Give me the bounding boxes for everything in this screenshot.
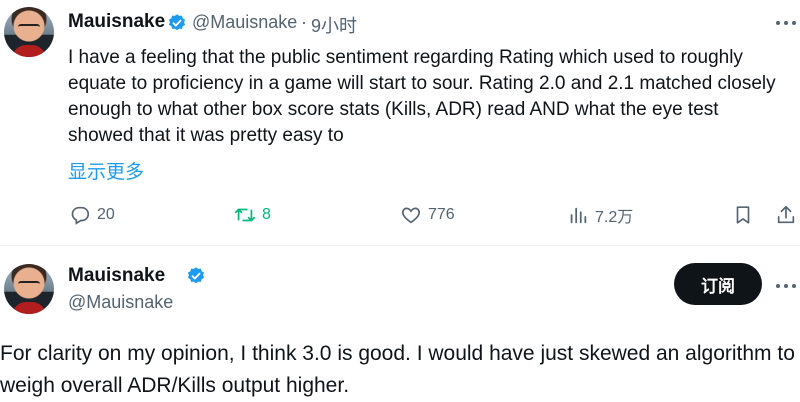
reply-button[interactable]: 20: [69, 200, 115, 230]
share-icon: [777, 205, 795, 224]
views-button[interactable]: 7.2万: [567, 200, 633, 230]
like-icon: [401, 207, 421, 224]
verified-badge-icon: [187, 267, 205, 284]
author-name[interactable]: Mauisnake: [68, 11, 165, 33]
bookmark-button[interactable]: [732, 200, 754, 230]
timestamp[interactable]: 9小时: [311, 12, 357, 38]
reply-count: 20: [97, 206, 115, 223]
views-icon: [570, 207, 587, 224]
reply-icon: [71, 206, 90, 225]
divider: [0, 245, 800, 246]
author-name[interactable]: Mauisnake: [68, 265, 165, 287]
avatar[interactable]: [4, 7, 54, 57]
share-button[interactable]: [775, 200, 797, 230]
avatar[interactable]: [4, 264, 54, 314]
action-bar: 20 8 776 7.2万: [0, 200, 800, 230]
more-icon[interactable]: [776, 19, 800, 27]
more-icon[interactable]: [776, 282, 800, 290]
retweet-button[interactable]: 8: [234, 200, 271, 230]
separator-dot: ·: [301, 12, 307, 32]
like-button[interactable]: 776: [400, 200, 455, 230]
bookmark-icon: [736, 206, 750, 224]
tweet-text: For clarity on my opinion, I think 3.0 i…: [0, 342, 795, 397]
tweet[interactable]: Mauisnake @Mauisnake · 9小时 I have a feel…: [0, 0, 800, 245]
verified-badge-icon: [168, 14, 186, 31]
like-count: 776: [428, 206, 455, 223]
tweet-text: I have a feeling that the public sentime…: [68, 47, 776, 146]
show-more-link[interactable]: 显示更多: [68, 157, 144, 184]
author-handle[interactable]: @Mauisnake: [68, 292, 173, 313]
retweet-icon: [234, 208, 256, 222]
follow-button[interactable]: 订阅: [674, 263, 762, 305]
author-handle[interactable]: @Mauisnake: [192, 12, 297, 33]
views-count: 7.2万: [595, 209, 634, 226]
retweet-count: 8: [262, 206, 271, 223]
